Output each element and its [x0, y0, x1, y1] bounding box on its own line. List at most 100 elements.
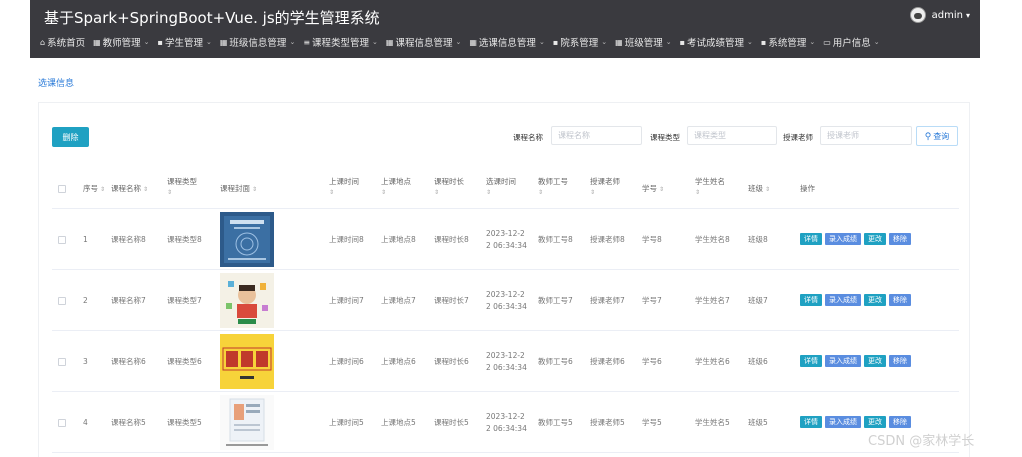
nav-item-9[interactable]: ▪ 考试成绩管理 ⌄ [680, 35, 753, 50]
remove-button[interactable]: 移除 [889, 294, 911, 306]
nav-label: 学生管理 [164, 38, 203, 49]
th-course-type[interactable]: 课程类型 ⇕ [167, 176, 197, 198]
th-select-time[interactable]: 选课时间 ⇕ [486, 176, 516, 198]
nav-item-4[interactable]: ≡ 课程类型管理 ⌄ [303, 35, 378, 50]
nav-label: 教师管理 [102, 38, 141, 49]
nav-item-5[interactable]: ▦ 课程信息管理 ⌄ [386, 35, 462, 50]
chevron-down-icon: ⌄ [455, 38, 462, 46]
enter-score-button[interactable]: 录入成绩 [825, 233, 861, 245]
delete-button[interactable]: 删除 [52, 127, 89, 147]
th-class[interactable]: 班级 ⇕ [748, 183, 770, 196]
top-header: 基于Spark+SpringBoot+Vue. js的学生管理系统 admin … [30, 0, 980, 58]
chevron-down-icon: ⌄ [143, 38, 150, 46]
row-checkbox[interactable] [58, 419, 66, 427]
breadcrumb[interactable]: 选课信息 [38, 76, 74, 89]
course-cover-image[interactable] [220, 395, 274, 450]
th-index[interactable]: 序号 ⇕ [83, 183, 105, 196]
cell-course-type: 课程类型6 [167, 357, 202, 366]
cell-course-type: 课程类型5 [167, 418, 202, 427]
edit-button[interactable]: 更改 [864, 416, 886, 428]
chevron-down-icon: ⌄ [601, 38, 608, 46]
cell-student-no: 学号6 [642, 357, 662, 366]
nav-item-10[interactable]: ▪ 系统管理 ⌄ [761, 35, 815, 50]
cell-course-name: 课程名称5 [111, 418, 146, 427]
enter-score-button[interactable]: 录入成绩 [825, 416, 861, 428]
course-type-input[interactable] [687, 126, 777, 145]
cell-course-type: 课程类型7 [167, 296, 202, 305]
nav-item-8[interactable]: ▦ 班级管理 ⌄ [615, 35, 672, 50]
th-student-no[interactable]: 学号 ⇕ [642, 183, 664, 196]
course-name-input[interactable] [551, 126, 642, 145]
cell-course-name: 课程名称8 [111, 235, 146, 244]
th-class-time[interactable]: 上课时间 ⇕ [329, 176, 359, 198]
remove-button[interactable]: 移除 [889, 233, 911, 245]
cell-class-time: 上课时间7 [329, 296, 364, 305]
nav-item-1[interactable]: ▦ 教师管理 ⌄ [93, 35, 150, 50]
nav-icon: ▦ [615, 37, 623, 47]
nav-item-11[interactable]: ▭ 用户信息 ⌄ [823, 35, 880, 50]
th-course-name[interactable]: 课程名称 ⇕ [111, 183, 148, 196]
nav-item-3[interactable]: ▦ 班级信息管理 ⌄ [220, 35, 295, 50]
search-button[interactable]: ⚲ 查询 [916, 126, 958, 146]
edit-button[interactable]: 更改 [864, 294, 886, 306]
nav-item-2[interactable]: ▪ 学生管理 ⌄ [158, 35, 212, 50]
th-teacher[interactable]: 授课老师 ⇕ [590, 176, 620, 198]
th-teacher-no[interactable]: 教师工号 ⇕ [538, 176, 568, 198]
th-ops: 操作 [800, 184, 815, 193]
cell-student-name: 学生姓名6 [695, 357, 730, 366]
course-cover-image[interactable] [220, 273, 274, 328]
nav-item-0[interactable]: ⌂ 系统首页 [40, 35, 85, 50]
teacher-input[interactable] [820, 126, 912, 145]
main-nav: ⌂ 系统首页 ▦ 教师管理 ⌄ ▪ 学生管理 ⌄ ▦ 班级信息管理 ⌄ ≡ 课程类型管理 ⌄ ▦ 课程信息管理… [40, 35, 888, 50]
cell-teacher: 授课老师5 [590, 418, 625, 427]
remove-button[interactable]: 移除 [889, 416, 911, 428]
cell-teacher-no: 教师工号8 [538, 235, 573, 244]
chevron-down-icon: ⌄ [873, 38, 880, 46]
cell-student-no: 学号8 [642, 235, 662, 244]
th-location[interactable]: 上课地点 ⇕ [381, 176, 411, 198]
cell-course-type: 课程类型8 [167, 235, 202, 244]
course-cover-image[interactable] [220, 334, 274, 389]
th-duration[interactable]: 课程时长 ⇕ [434, 176, 464, 198]
cell-course-name: 课程名称6 [111, 357, 146, 366]
detail-button[interactable]: 详情 [800, 355, 822, 367]
row-checkbox[interactable] [58, 297, 66, 305]
cell-duration: 课程时长7 [434, 296, 469, 305]
teacher-label: 授课老师 [783, 133, 813, 142]
detail-button[interactable]: 详情 [800, 294, 822, 306]
nav-icon: ▭ [823, 37, 831, 47]
cell-student-name: 学生姓名8 [695, 235, 730, 244]
cell-class: 班级7 [748, 296, 768, 305]
remove-button[interactable]: 移除 [889, 355, 911, 367]
detail-button[interactable]: 详情 [800, 233, 822, 245]
caret-down-icon: ▾ [965, 10, 970, 20]
nav-icon: ▦ [93, 37, 101, 47]
select-all-checkbox[interactable] [58, 185, 66, 193]
nav-item-6[interactable]: ▦ 选课信息管理 ⌄ [469, 35, 544, 50]
table-row: 2 课程名称7 课程类型7 上课时间7 上课地点7 课程时长7 2023-12-… [52, 270, 959, 331]
nav-label: 班级信息管理 [229, 38, 287, 49]
row-checkbox[interactable] [58, 236, 66, 244]
course-name-label: 课程名称 [513, 133, 543, 142]
th-student-name[interactable]: 学生姓名 ⇕ [695, 176, 725, 198]
cell-class: 班级8 [748, 235, 768, 244]
edit-button[interactable]: 更改 [864, 233, 886, 245]
row-checkbox[interactable] [58, 358, 66, 366]
detail-button[interactable]: 详情 [800, 416, 822, 428]
cell-location: 上课地点8 [381, 235, 416, 244]
course-cover-image[interactable] [220, 212, 274, 267]
user-menu[interactable]: admin ▾ [909, 7, 970, 23]
nav-item-7[interactable]: ▪ 院系管理 ⌄ [553, 35, 608, 50]
cell-student-name: 学生姓名7 [695, 296, 730, 305]
table-header: 序号 ⇕ 课程名称 ⇕ 课程类型 ⇕ 课程封面 ⇕ 上课时间 ⇕ 上课地点 ⇕ 课程时长 ⇕ … [52, 169, 959, 209]
row-actions: 详情 录入成绩 更改 移除 [800, 294, 914, 306]
username: admin [931, 9, 963, 21]
cell-index: 2 [83, 296, 88, 305]
enter-score-button[interactable]: 录入成绩 [825, 294, 861, 306]
nav-icon: ≡ [303, 37, 311, 47]
enter-score-button[interactable]: 录入成绩 [825, 355, 861, 367]
th-cover[interactable]: 课程封面 ⇕ [220, 183, 257, 196]
edit-button[interactable]: 更改 [864, 355, 886, 367]
table-row: 3 课程名称6 课程类型6 上课时间6 上课地点6 课程时长6 2023-12-… [52, 331, 959, 392]
chevron-down-icon: ⌄ [665, 38, 672, 46]
